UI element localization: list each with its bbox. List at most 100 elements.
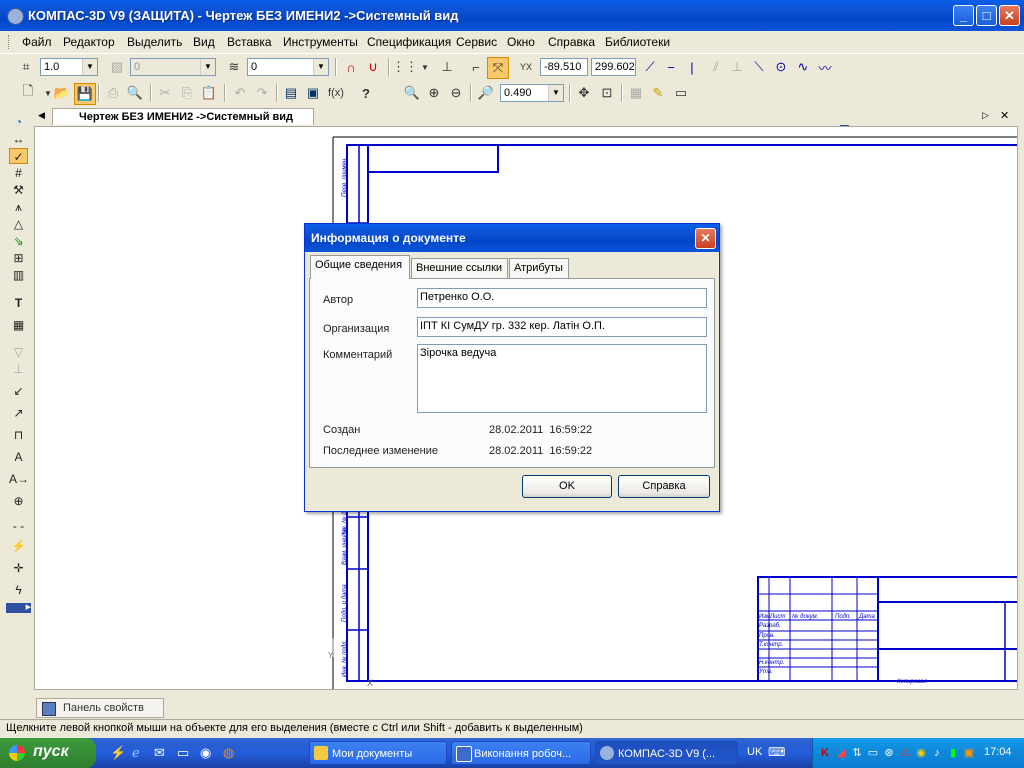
snap-grid-icon[interactable]: ⌗	[16, 57, 36, 77]
center-line-icon[interactable]: - -	[9, 518, 28, 534]
zoom-in-icon[interactable]: ⊕	[424, 83, 444, 103]
dimensions-icon[interactable]: ↔	[9, 131, 28, 147]
show-all-icon[interactable]: ⊡	[597, 83, 617, 103]
new-document-icon[interactable]: 🗋	[18, 83, 38, 103]
open-folder-icon[interactable]: 📂	[52, 83, 72, 103]
power-icon[interactable]: ▣	[962, 746, 976, 760]
ortho-icon[interactable]: ⌐	[466, 57, 486, 77]
symbols-icon[interactable]: ✓	[9, 148, 28, 164]
display-tray-icon[interactable]: ▭	[866, 746, 880, 760]
center-mark-icon[interactable]: ✛	[9, 560, 28, 576]
firefox-icon[interactable]: ◍	[223, 745, 234, 761]
scale-field[interactable]: 1.0 ▼	[40, 58, 98, 76]
dialog-close-button[interactable]: ✕	[695, 228, 716, 249]
menu-insert[interactable]: Вставка	[227, 35, 272, 49]
coord-x-field[interactable]: -89.510	[540, 58, 588, 76]
pan-icon[interactable]: ✥	[574, 83, 594, 103]
arrow-view-icon[interactable]: A→	[9, 471, 29, 487]
save-icon[interactable]: 💾	[74, 83, 96, 105]
parametrization-icon[interactable]: ⩚	[9, 199, 28, 215]
zoom-out-icon[interactable]: ⊖	[446, 83, 466, 103]
menu-specification[interactable]: Спецификация	[367, 35, 451, 49]
quicklaunch-app-icon[interactable]: ⚡	[110, 745, 126, 761]
chevron-down-icon[interactable]: ▼	[313, 59, 328, 75]
views-icon[interactable]: ⊞	[9, 250, 28, 266]
menu-edit[interactable]: Редактор	[63, 35, 115, 49]
display-icon[interactable]: ▭	[671, 83, 691, 103]
battery-icon[interactable]: ▮	[946, 746, 960, 760]
volume-icon[interactable]: ♪	[930, 746, 944, 760]
dialog-title-bar[interactable]: Информация о документе ✕	[305, 224, 719, 252]
vertical-tool-icon[interactable]: |	[682, 57, 702, 77]
menu-window[interactable]: Окно	[507, 35, 535, 49]
zoom-field[interactable]: 0.490 ▼	[500, 84, 564, 102]
curve-tool-icon[interactable]: 〰	[815, 57, 835, 77]
chevron-down-icon[interactable]: ▼	[415, 57, 435, 77]
tab-scroll-right-icon[interactable]: ▷	[982, 110, 989, 121]
show-desktop-icon[interactable]: ▭	[177, 745, 189, 761]
maximize-button[interactable]: □	[976, 5, 997, 26]
messenger-icon[interactable]: ◉	[914, 746, 928, 760]
variables-icon[interactable]: f(x)	[326, 83, 346, 103]
measure-icon[interactable]: △	[9, 216, 28, 232]
language-indicator[interactable]: UK	[747, 746, 762, 758]
magnet-icon[interactable]: ∩	[341, 57, 361, 77]
tab-external-links[interactable]: Внешние ссылки	[411, 258, 508, 278]
tangent-tool-icon[interactable]: ⟍	[749, 57, 769, 77]
section-icon[interactable]: ⊕	[9, 493, 28, 509]
spec-icon[interactable]: ▥	[9, 267, 28, 283]
coord-y-field[interactable]: 299.602	[591, 58, 636, 76]
zoom-scale-icon[interactable]: 🔎	[476, 83, 496, 103]
spline-tool-icon[interactable]: ∿	[793, 57, 813, 77]
chevron-down-icon[interactable]: ▼	[548, 85, 563, 101]
ok-button[interactable]: OK	[522, 475, 612, 498]
media-icon[interactable]: ◉	[200, 745, 211, 761]
menu-select[interactable]: Выделить	[127, 35, 182, 49]
line-tool-icon[interactable]: ⟋	[640, 57, 660, 77]
help-button[interactable]: Справка	[618, 475, 710, 498]
keyboard-icon[interactable]: ⌨	[768, 745, 785, 759]
edit-icon[interactable]: ⚒	[9, 182, 28, 198]
chevron-down-icon[interactable]: ▼	[82, 59, 97, 75]
comment-field[interactable]: Зірочка ведуча	[417, 344, 707, 413]
wave-line-icon[interactable]: ϟ	[9, 582, 28, 598]
break-line-icon[interactable]: ⚡	[9, 538, 28, 554]
tab-general[interactable]: Общие сведения	[310, 255, 410, 279]
network-icon[interactable]: ⇅	[850, 746, 864, 760]
leader-icon[interactable]: ↙	[9, 383, 28, 399]
library-icon[interactable]: ▣	[303, 83, 323, 103]
axis-icon[interactable]: A	[9, 449, 28, 465]
geometry-icon[interactable]: ◔	[9, 114, 28, 130]
menu-tools[interactable]: Инструменты	[283, 35, 358, 49]
outlook-icon[interactable]: ✉	[154, 745, 165, 761]
tolerance-icon[interactable]: ⊓	[9, 427, 28, 443]
point-tool-icon[interactable]: ⊙	[771, 57, 791, 77]
local-cs-icon[interactable]: ⊥	[437, 57, 457, 77]
text-icon[interactable]: T	[9, 295, 28, 311]
layers-icon[interactable]: ≋	[224, 57, 244, 77]
manager-icon[interactable]: ▤	[281, 83, 301, 103]
state-field[interactable]: 0 ▼	[247, 58, 329, 76]
tray-app-icon[interactable]: ◢	[834, 746, 848, 760]
minimize-button[interactable]: _	[953, 5, 974, 26]
antivirus-icon[interactable]: ⚠	[898, 746, 912, 760]
segment-tool-icon[interactable]: −	[661, 57, 681, 77]
tab-drawing[interactable]: Чертеж БЕЗ ИМЕНИ2 ->Системный вид	[52, 108, 314, 125]
print-preview-icon[interactable]: 🔍	[125, 83, 145, 103]
zoom-window-icon[interactable]: 🔍	[402, 83, 422, 103]
tab-scroll-left-icon[interactable]: ◀	[38, 110, 45, 121]
position-icon[interactable]: ↗	[9, 405, 28, 421]
menu-help[interactable]: Справка	[548, 35, 595, 49]
kaspersky-icon[interactable]: K	[818, 746, 832, 760]
start-button[interactable]: пуск	[0, 738, 96, 768]
task-my-documents[interactable]: Мои документы	[309, 741, 447, 765]
ie-icon[interactable]: ℯ	[132, 745, 140, 761]
hatch-icon[interactable]: #	[9, 165, 28, 181]
snap-toggle-icon[interactable]: ⤧	[487, 57, 509, 79]
tab-attributes[interactable]: Атрибуты	[509, 258, 569, 278]
menu-libraries[interactable]: Библиотеки	[605, 35, 670, 49]
property-panel-tab[interactable]: Панель свойств	[36, 698, 164, 718]
grid-icon[interactable]: ⋮⋮	[392, 57, 418, 77]
panel-expand-icon[interactable]: ▶	[6, 603, 31, 613]
task-word-document[interactable]: Виконання робоч...	[451, 741, 591, 765]
